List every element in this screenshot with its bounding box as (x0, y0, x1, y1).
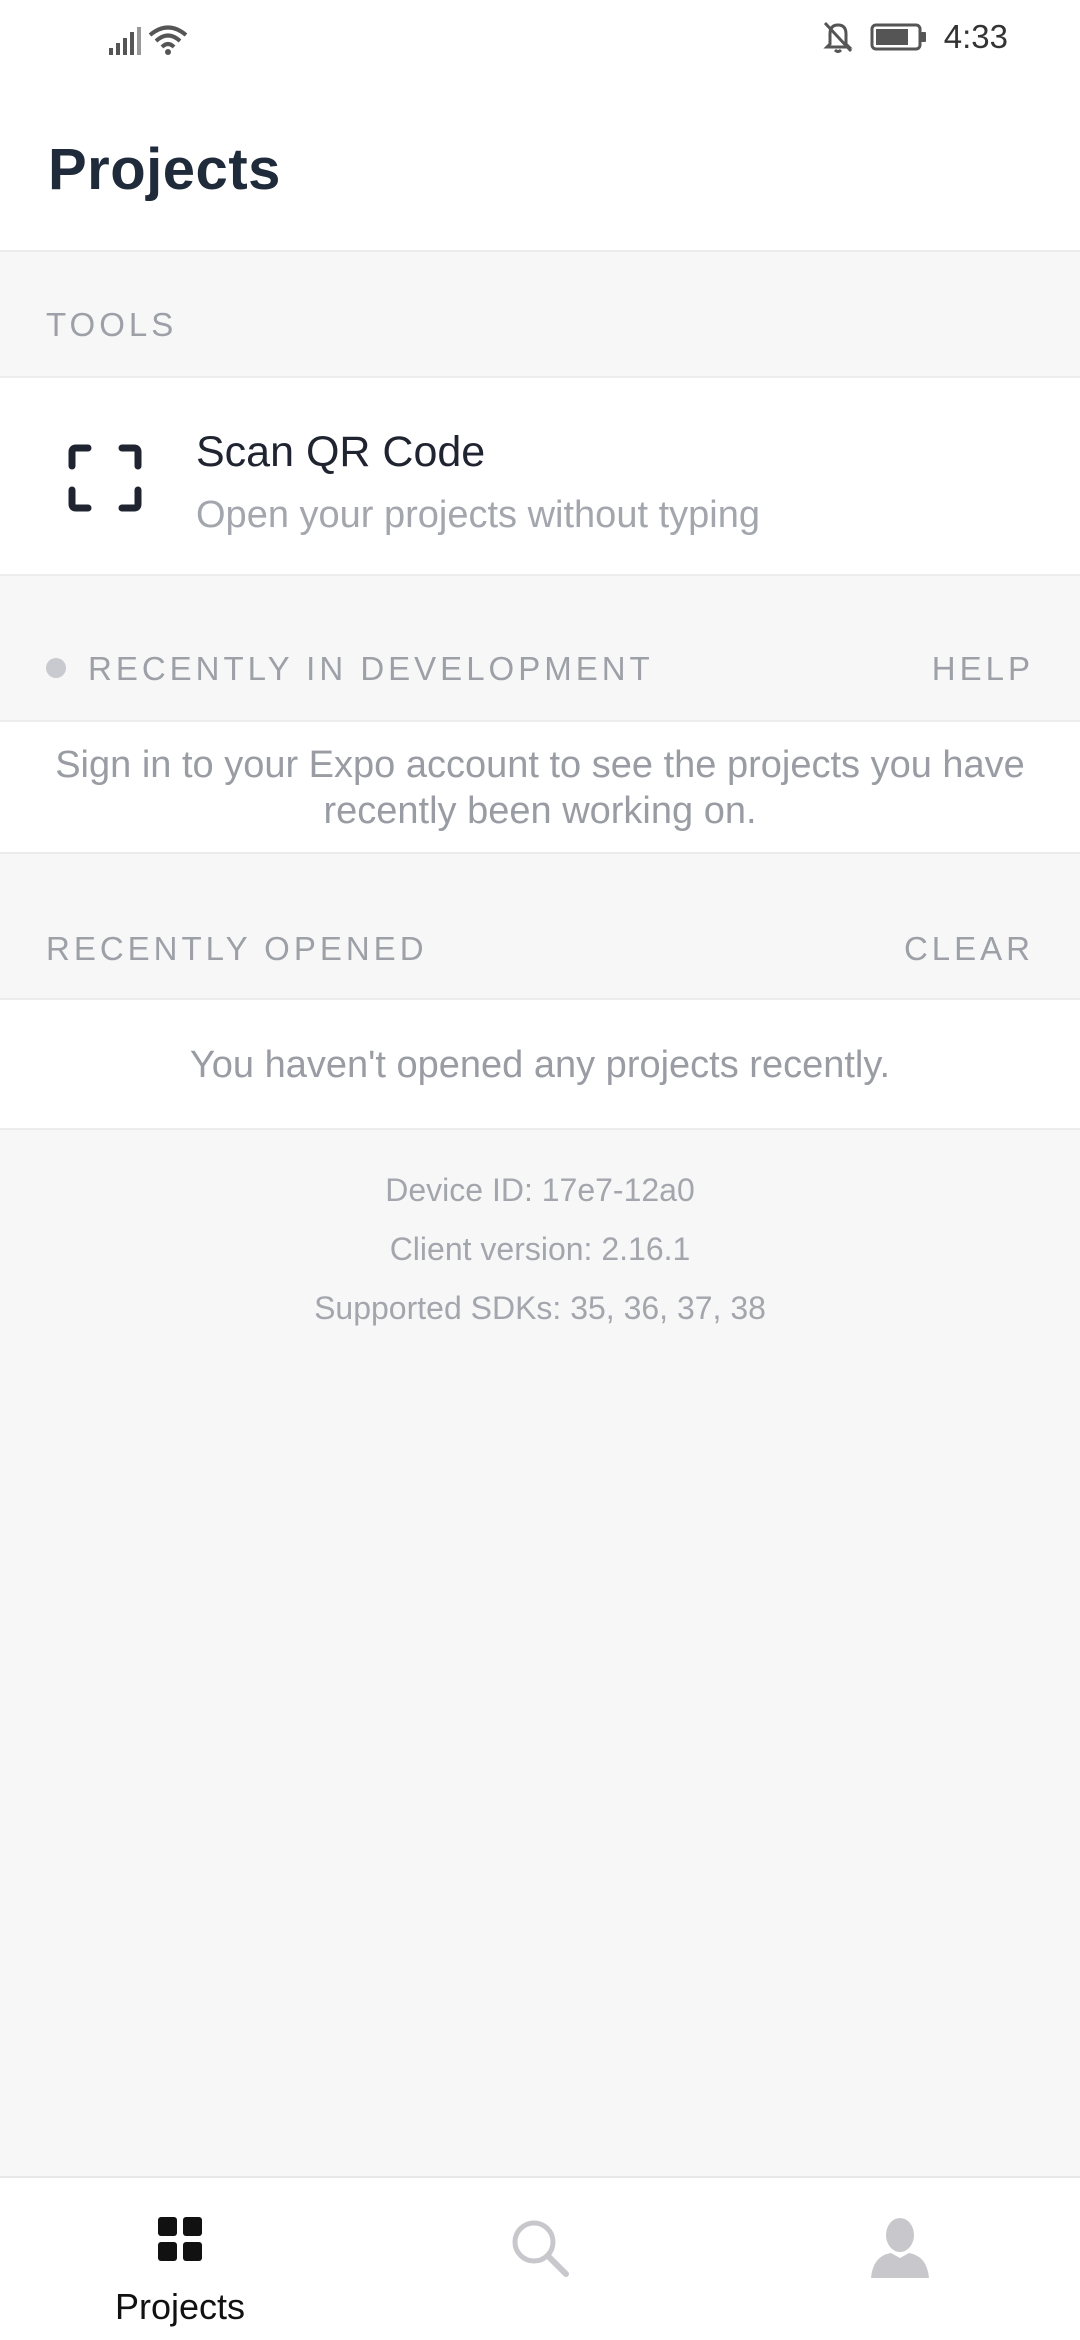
no-recent-message: You haven't opened any projects recently… (189, 1044, 891, 1086)
signal-icon (109, 27, 141, 55)
battery-icon (870, 23, 926, 51)
section-label-recent-dev: RECENTLY IN DEVELOPMENT (88, 650, 654, 687)
search-icon (512, 2220, 569, 2277)
tab-search[interactable] (360, 2178, 720, 2340)
page-title: Projects (48, 137, 281, 202)
section-header-tools: TOOLS (0, 254, 1080, 378)
status-time: 4:33 (943, 18, 1008, 55)
status-left (108, 24, 188, 56)
supported-sdks: Supported SDKs: 35, 36, 37, 38 (314, 1290, 766, 1326)
device-id: Device ID: 17e7-12a0 (385, 1172, 695, 1208)
scan-qr-row[interactable]: Scan QR Code Open your projects without … (0, 376, 1080, 576)
recent-dev-message-row: Sign in to your Expo account to see the … (0, 720, 1080, 854)
bottom-tab-bar: Projects (0, 2176, 1080, 2340)
section-label-tools: TOOLS (46, 306, 178, 343)
dev-status-dot (46, 658, 66, 678)
qr-scan-icon (68, 444, 142, 512)
clear-button[interactable]: CLEAR (904, 930, 1034, 968)
section-label-recent-opened: RECENTLY OPENED (46, 930, 428, 967)
status-right: 4:33 (822, 18, 1008, 56)
profile-icon (871, 2218, 929, 2278)
screen: 4:33 Projects TOOLS Scan QR Code Open yo… (0, 0, 1080, 2340)
scan-qr-title: Scan QR Code (196, 428, 486, 476)
recent-opened-message-row: You haven't opened any projects recently… (0, 998, 1080, 1130)
client-version: Client version: 2.16.1 (389, 1231, 691, 1267)
help-button[interactable]: HELP (932, 650, 1034, 688)
section-header-recent-dev: RECENTLY IN DEVELOPMENT HELP (0, 576, 1080, 722)
sign-in-message: Sign in to your Expo account to see the … (55, 744, 1025, 832)
tab-profile[interactable] (720, 2178, 1080, 2340)
wifi-icon (148, 25, 188, 55)
status-bar: 4:33 (0, 0, 1080, 86)
tab-projects[interactable]: Projects (0, 2178, 360, 2340)
scan-qr-subtitle: Open your projects without typing (196, 494, 760, 536)
section-header-recent-opened: RECENTLY OPENED CLEAR (0, 854, 1080, 1000)
projects-grid-icon (158, 2217, 202, 2261)
tab-projects-label: Projects (114, 2286, 246, 2327)
bell-off-icon (823, 21, 853, 53)
app-header: Projects (0, 86, 1080, 252)
